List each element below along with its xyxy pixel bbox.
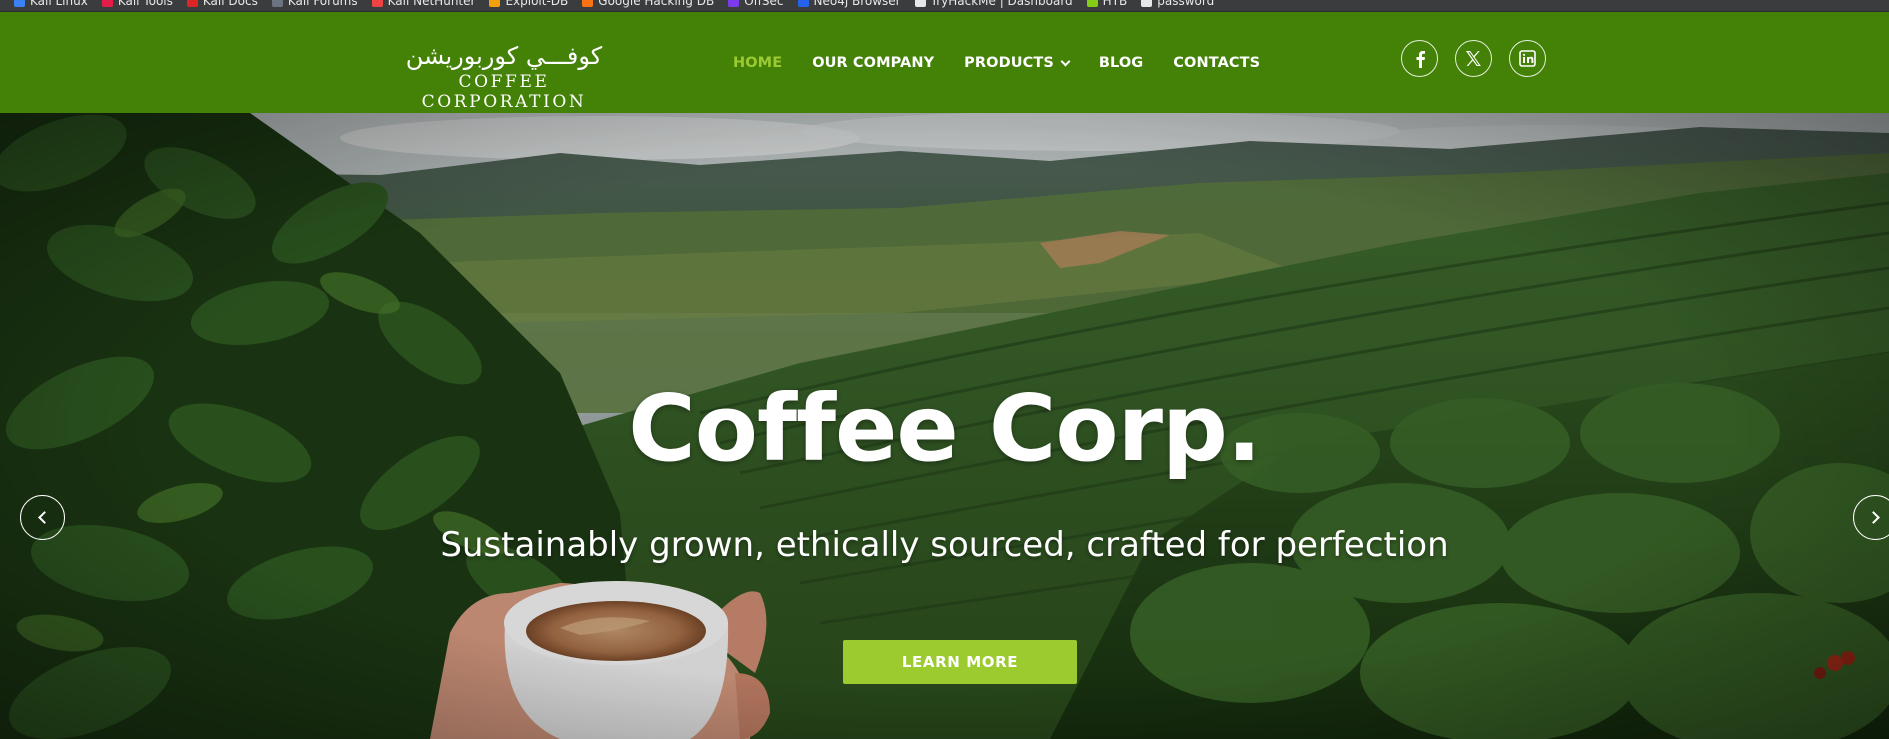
bookmark-item[interactable]: Neo4j Browser (797, 0, 901, 8)
bookmark-item[interactable]: HTB (1086, 0, 1128, 8)
bookmark-label: Google Hacking DB (598, 0, 715, 8)
bookmark-item[interactable]: Exploit-DB (489, 0, 568, 8)
hero-slider: Coffee Corp. Sustainably grown, ethicall… (0, 113, 1889, 739)
kali-forums-icon (271, 0, 283, 7)
bookmark-label: OffSec (744, 0, 784, 8)
nav-item-label: CONTACTS (1173, 55, 1261, 71)
slider-prev-button[interactable] (20, 495, 65, 540)
bookmark-item[interactable]: Kali Linux (14, 0, 88, 8)
htb-icon (1086, 0, 1098, 7)
bookmark-label: Kali Linux (30, 0, 88, 8)
bookmark-label: TryHackMe | Dashboard (930, 0, 1073, 8)
neo4j-icon (797, 0, 809, 7)
kali-docs-icon (186, 0, 198, 7)
nav-item-home[interactable]: HOME (733, 55, 782, 71)
site-logo[interactable]: كوفـــي كوربوريشن COFFEE CORPORATION (374, 42, 634, 112)
bookmark-item[interactable]: OffSec (728, 0, 784, 8)
nav-item-label: OUR COMPANY (812, 55, 935, 71)
chevron-right-icon (1867, 511, 1880, 524)
bookmark-item[interactable]: Kali Tools (101, 0, 173, 8)
bookmark-label: Kali NetHunter (387, 0, 476, 8)
bookmark-item[interactable]: Kali Docs (186, 0, 258, 8)
hero-subtitle: Sustainably grown, ethically sourced, cr… (440, 525, 1449, 565)
bookmark-label: HTB (1102, 0, 1128, 8)
nav-item-label: HOME (733, 55, 783, 71)
offsec-icon (728, 0, 740, 7)
facebook-link[interactable] (1401, 40, 1438, 77)
bookmark-label: password (1157, 0, 1215, 8)
nav-item-products[interactable]: PRODUCTS (964, 55, 1071, 71)
linkedin-icon (1519, 50, 1536, 67)
nethunter-icon (371, 0, 383, 7)
logo-english-text: COFFEE CORPORATION (421, 72, 587, 112)
logo-arabic-text: كوفـــي كوربوريشن (405, 42, 603, 70)
bookmark-item[interactable]: TryHackMe | Dashboard (914, 0, 1073, 8)
bookmark-label: Neo4j Browser (813, 0, 901, 8)
site-header: كوفـــي كوربوريشن COFFEE CORPORATION HOM… (0, 12, 1889, 113)
nav-item-label: BLOG (1098, 55, 1144, 71)
nav-item-blog[interactable]: BLOG (1099, 55, 1143, 71)
nav-item-label: PRODUCTS (964, 55, 1054, 71)
bookmark-item[interactable]: Kali NetHunter (371, 0, 476, 8)
hero-title: Coffee Corp. (628, 375, 1262, 482)
bookmark-label: Exploit-DB (505, 0, 569, 8)
bookmark-label: Kali Docs (202, 0, 258, 8)
bookmarks-list: Kali Linux Kali Tools Kali Docs Kali Forums… (14, 0, 1214, 8)
main-nav: HOME OUR COMPANY PRODUCTS BLOG CONTACTS (733, 55, 1260, 71)
kali-icon (14, 0, 25, 7)
bookmarks-bar: Kali Linux Kali Tools Kali Docs Kali Forums… (0, 0, 1889, 12)
tryhackme-icon (914, 0, 926, 7)
bookmark-label: Kali Forums (287, 0, 358, 8)
learn-more-button[interactable]: LEARN MORE (843, 640, 1077, 684)
facebook-icon (1416, 50, 1425, 68)
bookmark-item[interactable]: password (1141, 0, 1214, 8)
x-twitter-icon (1466, 51, 1481, 66)
globe-icon (1141, 0, 1153, 7)
ghdb-icon (582, 0, 594, 7)
bookmark-item[interactable]: Kali Forums (271, 0, 358, 8)
chevron-left-icon (38, 511, 51, 524)
x-twitter-link[interactable] (1455, 40, 1492, 77)
bookmark-item[interactable]: Google Hacking DB (582, 0, 714, 8)
nav-item-contacts[interactable]: CONTACTS (1173, 55, 1260, 71)
chevron-down-icon (1060, 56, 1071, 66)
bookmark-label: Kali Tools (117, 0, 173, 8)
nav-item-our-company[interactable]: OUR COMPANY (812, 55, 934, 71)
exploit-db-icon (489, 0, 501, 7)
social-links (1401, 40, 1546, 77)
linkedin-link[interactable] (1509, 40, 1546, 77)
kali-tools-icon (101, 0, 113, 7)
